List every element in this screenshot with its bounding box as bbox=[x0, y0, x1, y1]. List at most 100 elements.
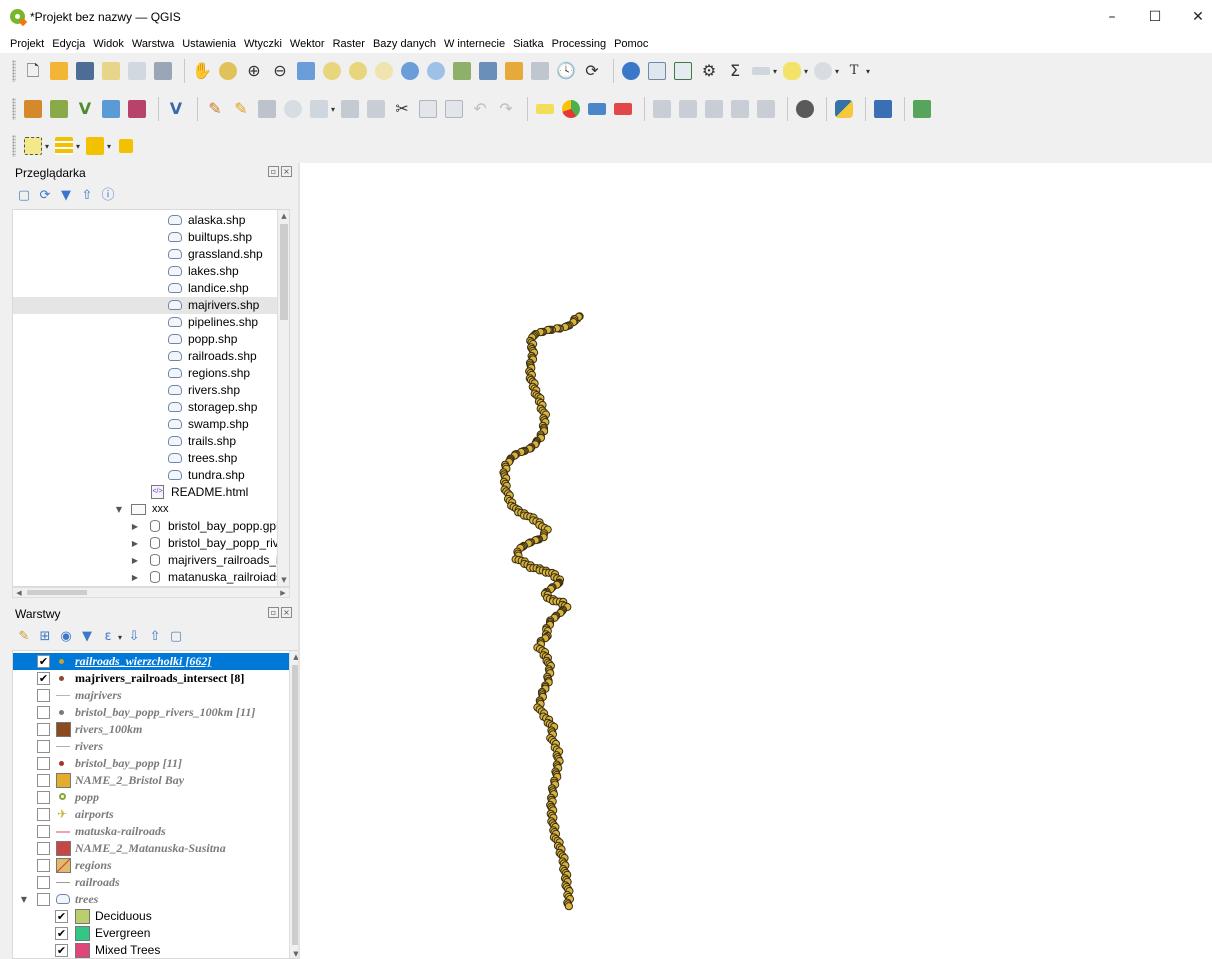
layer-item-name2-bristol-bay[interactable]: NAME_2_Bristol Bay bbox=[13, 772, 291, 789]
manage-map-themes-icon[interactable]: ◉ bbox=[58, 629, 74, 645]
toolbar-grip[interactable] bbox=[12, 60, 16, 82]
zoom-full-icon[interactable] bbox=[295, 60, 317, 82]
layer-visibility-checkbox[interactable] bbox=[37, 740, 50, 753]
layer-visibility-checkbox[interactable]: ✔ bbox=[37, 655, 50, 668]
scroll-thumb[interactable] bbox=[280, 224, 288, 320]
expand-all-icon[interactable]: ⇩ bbox=[126, 629, 142, 645]
save-edits-icon[interactable] bbox=[256, 98, 278, 120]
scroll-up-arrow-icon[interactable]: ▲ bbox=[278, 210, 289, 222]
menu-raster[interactable]: Raster bbox=[333, 38, 365, 50]
toolbar-grip[interactable] bbox=[12, 135, 16, 157]
layer-visibility-checkbox[interactable]: ✔ bbox=[37, 672, 50, 685]
new-print-layout-icon[interactable] bbox=[100, 60, 122, 82]
geoprocessing-icon[interactable] bbox=[911, 98, 933, 120]
toolbar-grip[interactable] bbox=[12, 98, 16, 120]
python-console-icon[interactable] bbox=[833, 98, 855, 120]
new-project-icon[interactable]: 🗋 bbox=[22, 60, 44, 82]
tree-item[interactable]: landice.shp bbox=[13, 280, 289, 297]
scroll-right-arrow-icon[interactable]: ▶ bbox=[277, 587, 289, 599]
modify-attributes-icon[interactable] bbox=[339, 98, 361, 120]
field-calculator-icon[interactable] bbox=[672, 60, 694, 82]
tree-item[interactable]: storagep.shp bbox=[13, 399, 289, 416]
properties-icon[interactable]: ⓘ bbox=[100, 188, 116, 204]
label-properties-icon[interactable] bbox=[755, 98, 777, 120]
select-by-expression-dropdown[interactable]: ▾ bbox=[76, 142, 80, 151]
float-panel-button[interactable]: ▫ bbox=[268, 166, 279, 177]
horizontal-scroll-thumb[interactable] bbox=[27, 590, 87, 595]
class-visibility-checkbox[interactable]: ✔ bbox=[55, 910, 68, 923]
zoom-next-icon[interactable] bbox=[425, 60, 447, 82]
legend-item-mixed-trees[interactable]: ✔ Mixed Trees bbox=[13, 942, 291, 958]
annotation-dropdown[interactable]: ▾ bbox=[804, 67, 808, 76]
vertex-tool-icon[interactable] bbox=[308, 98, 330, 120]
menu-projekt[interactable]: Projekt bbox=[10, 38, 44, 50]
data-source-manager-icon[interactable] bbox=[22, 98, 44, 120]
zoom-to-layer-icon[interactable] bbox=[347, 60, 369, 82]
measure-line-icon[interactable] bbox=[750, 60, 772, 82]
map-canvas[interactable] bbox=[300, 163, 1212, 959]
menu-siatka[interactable]: Siatka bbox=[513, 38, 544, 50]
redo-icon[interactable]: ↷ bbox=[495, 98, 517, 120]
zoom-to-selection-icon[interactable] bbox=[321, 60, 343, 82]
delete-selected-icon[interactable] bbox=[365, 98, 387, 120]
rotate-label-icon[interactable] bbox=[703, 98, 725, 120]
help-contents-icon[interactable] bbox=[872, 98, 894, 120]
filter-dropdown[interactable]: ▾ bbox=[118, 633, 122, 642]
tree-item[interactable]: builtups.shp bbox=[13, 229, 289, 246]
plugin-manager-icon[interactable] bbox=[794, 98, 816, 120]
layer-visibility-checkbox[interactable] bbox=[37, 842, 50, 855]
tree-item[interactable]: tundra.shp bbox=[13, 467, 289, 484]
show-bookmarks-icon[interactable] bbox=[477, 60, 499, 82]
menu-wtyczki[interactable]: Wtyczki bbox=[244, 38, 282, 50]
map-tip-icon[interactable] bbox=[781, 60, 803, 82]
zoom-native-icon[interactable] bbox=[373, 60, 395, 82]
layer-item-regions[interactable]: regions bbox=[13, 857, 291, 874]
tree-item[interactable]: regions.shp bbox=[13, 365, 289, 382]
layer-visibility-checkbox[interactable] bbox=[37, 689, 50, 702]
tree-item[interactable]: rivers.shp bbox=[13, 382, 289, 399]
layer-styling-icon[interactable]: ✎ bbox=[16, 629, 32, 645]
map-tips-icon[interactable] bbox=[529, 60, 551, 82]
layer-visibility-checkbox[interactable] bbox=[37, 723, 50, 736]
cut-features-icon[interactable]: ✂ bbox=[391, 98, 413, 120]
tree-item[interactable]: ▶ bristol_bay_popp_rive bbox=[13, 535, 289, 552]
layer-item-rivers[interactable]: rivers bbox=[13, 738, 291, 755]
processing-toolbox-icon[interactable]: ⚙ bbox=[698, 60, 720, 82]
locator-icon[interactable] bbox=[812, 60, 834, 82]
measure-dropdown[interactable]: ▾ bbox=[773, 67, 777, 76]
locator-dropdown[interactable]: ▾ bbox=[835, 67, 839, 76]
change-label-icon[interactable] bbox=[729, 98, 751, 120]
toggle-editing-icon[interactable]: ✎ bbox=[230, 98, 252, 120]
style-manager-icon[interactable] bbox=[152, 60, 174, 82]
remove-layer-icon[interactable]: ▢ bbox=[168, 629, 184, 645]
zoom-last-icon[interactable] bbox=[399, 60, 421, 82]
zoom-out-icon[interactable]: ⊖ bbox=[269, 60, 291, 82]
browser-vertical-scrollbar[interactable]: ▲ ▼ bbox=[277, 210, 289, 586]
add-group-icon[interactable]: ⊞ bbox=[37, 629, 53, 645]
current-edits-icon[interactable]: ✎ bbox=[204, 98, 226, 120]
add-vector-layer-icon[interactable]: V bbox=[74, 98, 96, 120]
select-by-expression-icon[interactable] bbox=[53, 135, 75, 157]
layer-visibility-checkbox[interactable] bbox=[37, 876, 50, 889]
close-panel-button[interactable]: × bbox=[281, 166, 292, 177]
layer-visibility-checkbox[interactable] bbox=[37, 825, 50, 838]
expanded-arrow-icon[interactable]: ▼ bbox=[19, 891, 29, 908]
layer-visibility-checkbox[interactable] bbox=[37, 774, 50, 787]
tree-item[interactable]: </> README.html bbox=[13, 484, 289, 501]
show-hide-labels-icon[interactable] bbox=[651, 98, 673, 120]
menu-bazy-danych[interactable]: Bazy danych bbox=[373, 38, 436, 50]
tree-item[interactable]: grassland.shp bbox=[13, 246, 289, 263]
tree-item[interactable]: pipelines.shp bbox=[13, 314, 289, 331]
add-raster-layer-icon[interactable] bbox=[100, 98, 122, 120]
layer-diagram-icon[interactable] bbox=[560, 98, 582, 120]
tree-item[interactable]: trails.shp bbox=[13, 433, 289, 450]
layer-item-railroads[interactable]: railroads bbox=[13, 874, 291, 891]
save-project-icon[interactable] bbox=[74, 60, 96, 82]
select-by-location-icon[interactable] bbox=[115, 135, 137, 157]
tree-item[interactable]: ▶ matanuska_railroiads. bbox=[13, 569, 289, 586]
menu-processing[interactable]: Processing bbox=[552, 38, 606, 50]
new-spatial-bookmark-icon[interactable] bbox=[451, 60, 473, 82]
layer-visibility-checkbox[interactable] bbox=[37, 808, 50, 821]
menu-pomoc[interactable]: Pomoc bbox=[614, 38, 648, 50]
temporal-controller-icon[interactable] bbox=[503, 60, 525, 82]
